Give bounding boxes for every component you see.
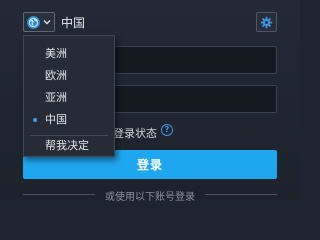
region-menu-item-label: 欧洲	[45, 69, 67, 82]
region-menu-item[interactable]: 欧洲	[24, 66, 114, 86]
region-selector-button[interactable]	[23, 12, 55, 32]
region-menu-item[interactable]: 亚洲	[24, 88, 114, 108]
help-me-decide-label: 帮我决定	[45, 139, 89, 152]
region-menu-item-selected[interactable]: 中国	[24, 110, 114, 130]
region-menu-item-label: 亚洲	[45, 91, 67, 104]
region-dropdown-menu: 美洲 欧洲 亚洲 中国 帮我决定	[23, 35, 115, 157]
selected-bullet-icon	[33, 118, 37, 122]
selected-region-label: 中国	[61, 16, 86, 30]
divider-line	[205, 194, 277, 195]
remember-login-label[interactable]: 登录状态	[113, 125, 157, 141]
chevron-down-icon	[43, 20, 50, 25]
other-login-divider: 或使用以下账号登录	[23, 188, 277, 203]
region-menu-item-label: 中国	[45, 113, 67, 126]
other-login-label: 或使用以下账号登录	[105, 192, 195, 203]
region-menu-item-label: 美洲	[45, 47, 67, 60]
region-menu-item[interactable]: 美洲	[24, 44, 114, 64]
help-icon[interactable]: ?	[161, 124, 173, 136]
login-window: 中国 登录状态 ? 登录 或使用以下账号登录 美洲 欧洲 亚洲 中国 帮我决定	[0, 0, 300, 203]
globe-icon	[26, 15, 40, 29]
help-me-decide-item[interactable]: 帮我决定	[24, 136, 114, 156]
gear-icon	[260, 16, 273, 28]
settings-button[interactable]	[256, 12, 277, 32]
